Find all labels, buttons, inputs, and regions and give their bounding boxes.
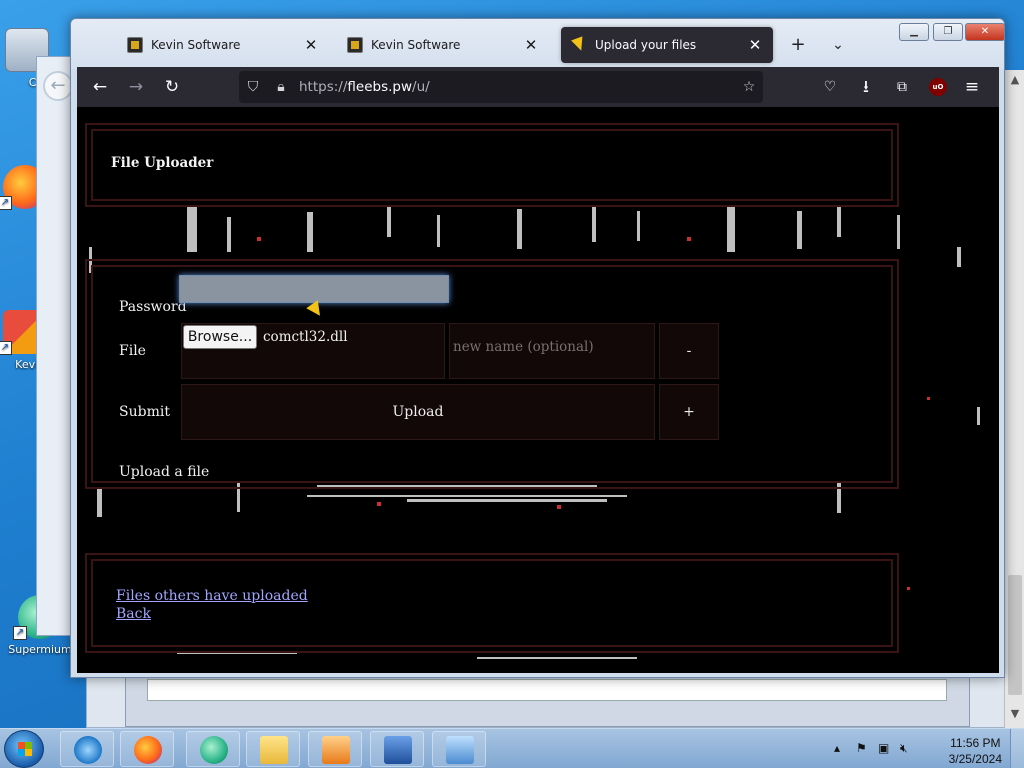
bookmark-star-icon[interactable]: ☆ [735, 79, 763, 95]
network-icon[interactable]: ▣ [878, 741, 889, 755]
shield-icon[interactable]: ⛉ [239, 79, 267, 95]
minimize-button[interactable]: ▁ [899, 23, 929, 41]
add-file-button[interactable]: + [659, 384, 719, 440]
internet-explorer-icon [74, 736, 102, 764]
upload-favicon-icon [571, 37, 587, 53]
ublock-origin-icon[interactable]: uO [929, 78, 947, 96]
edge-icon [200, 736, 228, 764]
new-tab-button[interactable]: + [785, 33, 811, 57]
firefox-icon [134, 736, 162, 764]
tab-kevin-software-2[interactable]: Kevin Software ✕ [337, 27, 549, 63]
scroll-down-icon[interactable]: ▼ [1005, 704, 1024, 724]
close-tab-icon[interactable]: ✕ [303, 36, 319, 54]
menu-hamburger-icon[interactable]: ≡ [959, 75, 985, 99]
address-bar[interactable]: ⛉ 🔒︎ https://fleebs.pw/u/ ☆ [239, 71, 763, 103]
submit-label: Submit [119, 404, 170, 420]
form-caption: Upload a file [119, 464, 210, 480]
folder-icon [260, 736, 288, 764]
taskbar-edge[interactable] [186, 731, 240, 767]
extensions-icon[interactable]: ⧉ [889, 75, 915, 99]
lock-icon[interactable]: 🔒︎ [267, 79, 295, 95]
back-arrow-icon[interactable]: ← [87, 75, 113, 99]
taskbar-firefox[interactable] [120, 731, 174, 767]
header-panel: File Uploader [85, 123, 899, 207]
media-player-icon [322, 736, 350, 764]
tab-kevin-software-1[interactable]: Kevin Software ✕ [117, 27, 329, 63]
upload-button[interactable]: Upload [181, 384, 655, 440]
show-desktop-button[interactable] [1010, 729, 1024, 768]
scroll-up-icon[interactable]: ▲ [1005, 70, 1024, 90]
shortcut-arrow-icon: ↗ [0, 196, 12, 210]
clock[interactable]: 11:56 PM 3/25/2024 [949, 735, 1002, 767]
clock-time: 11:56 PM [950, 736, 1001, 750]
page-title: File Uploader [111, 155, 214, 171]
taskbar-media-player[interactable] [308, 731, 362, 767]
taskbar: ▴ ⚑ ▣ 🔇︎ 11:56 PM 3/25/2024 [0, 728, 1024, 768]
close-tab-icon[interactable]: ✕ [523, 36, 539, 54]
action-center-flag-icon[interactable]: ⚑ [856, 741, 867, 755]
taskbar-file-explorer[interactable] [246, 731, 300, 767]
start-button[interactable] [4, 730, 44, 768]
taskbar-control-panel[interactable] [432, 731, 486, 767]
forward-arrow-icon[interactable]: → [123, 75, 149, 99]
volume-muted-icon[interactable]: 🔇︎ [900, 741, 908, 756]
reload-icon[interactable]: ↻ [159, 75, 185, 99]
shortcut-arrow-icon: ↗ [13, 626, 27, 640]
selected-file-name: comctl32.dll [263, 329, 348, 345]
page-content: File Uploader Password File Browse... co… [77, 107, 999, 673]
close-window-button[interactable]: ✕ [965, 23, 1004, 41]
pocket-icon[interactable]: ♡ [817, 75, 843, 99]
browse-button[interactable]: Browse... [183, 325, 257, 349]
control-panel-icon [446, 736, 474, 764]
downloads-icon[interactable]: ⭳ [853, 75, 879, 99]
windows-logo-icon [18, 742, 32, 756]
tab-upload-your-files[interactable]: Upload your files ✕ [561, 27, 773, 63]
taskbar-word[interactable] [370, 731, 424, 767]
system-tray: ▴ ⚑ ▣ 🔇︎ 11:56 PM 3/25/2024 [834, 729, 1024, 768]
background-scrollbar[interactable]: ▲ ▼ [1004, 70, 1024, 728]
kevin-software-favicon-icon [127, 37, 143, 53]
clock-date: 3/25/2024 [948, 752, 1002, 766]
taskbar-internet-explorer[interactable] [60, 731, 114, 767]
maximize-button[interactable]: ❐ [933, 23, 963, 41]
kevin-software-favicon-icon [347, 37, 363, 53]
word-icon [384, 736, 412, 764]
url-text[interactable]: https://fleebs.pw/u/ [295, 79, 735, 95]
files-others-uploaded-link[interactable]: Files others have uploaded [116, 588, 308, 604]
file-label: File [119, 343, 146, 359]
nav-toolbar: ← → ↻ ⛉ 🔒︎ https://fleebs.pw/u/ ☆ ♡ ⭳ ⧉ … [77, 67, 999, 107]
list-tabs-chevron-icon[interactable]: ⌄ [825, 33, 851, 57]
back-arrow-icon: ← [43, 71, 73, 101]
remove-file-button[interactable]: - [659, 323, 719, 379]
back-link[interactable]: Back [116, 606, 151, 622]
new-name-placeholder: new name (optional) [453, 339, 594, 355]
shortcut-arrow-icon: ↗ [0, 341, 12, 355]
close-tab-icon[interactable]: ✕ [747, 36, 763, 54]
password-label: Password [119, 299, 187, 315]
scroll-thumb[interactable] [1008, 575, 1022, 695]
tab-strip: Kevin Software ✕ Kevin Software ✕ Upload… [71, 19, 1004, 69]
browser-window: Kevin Software ✕ Kevin Software ✕ Upload… [70, 18, 1005, 678]
tray-expand-icon[interactable]: ▴ [834, 741, 840, 755]
password-input[interactable] [179, 275, 449, 303]
